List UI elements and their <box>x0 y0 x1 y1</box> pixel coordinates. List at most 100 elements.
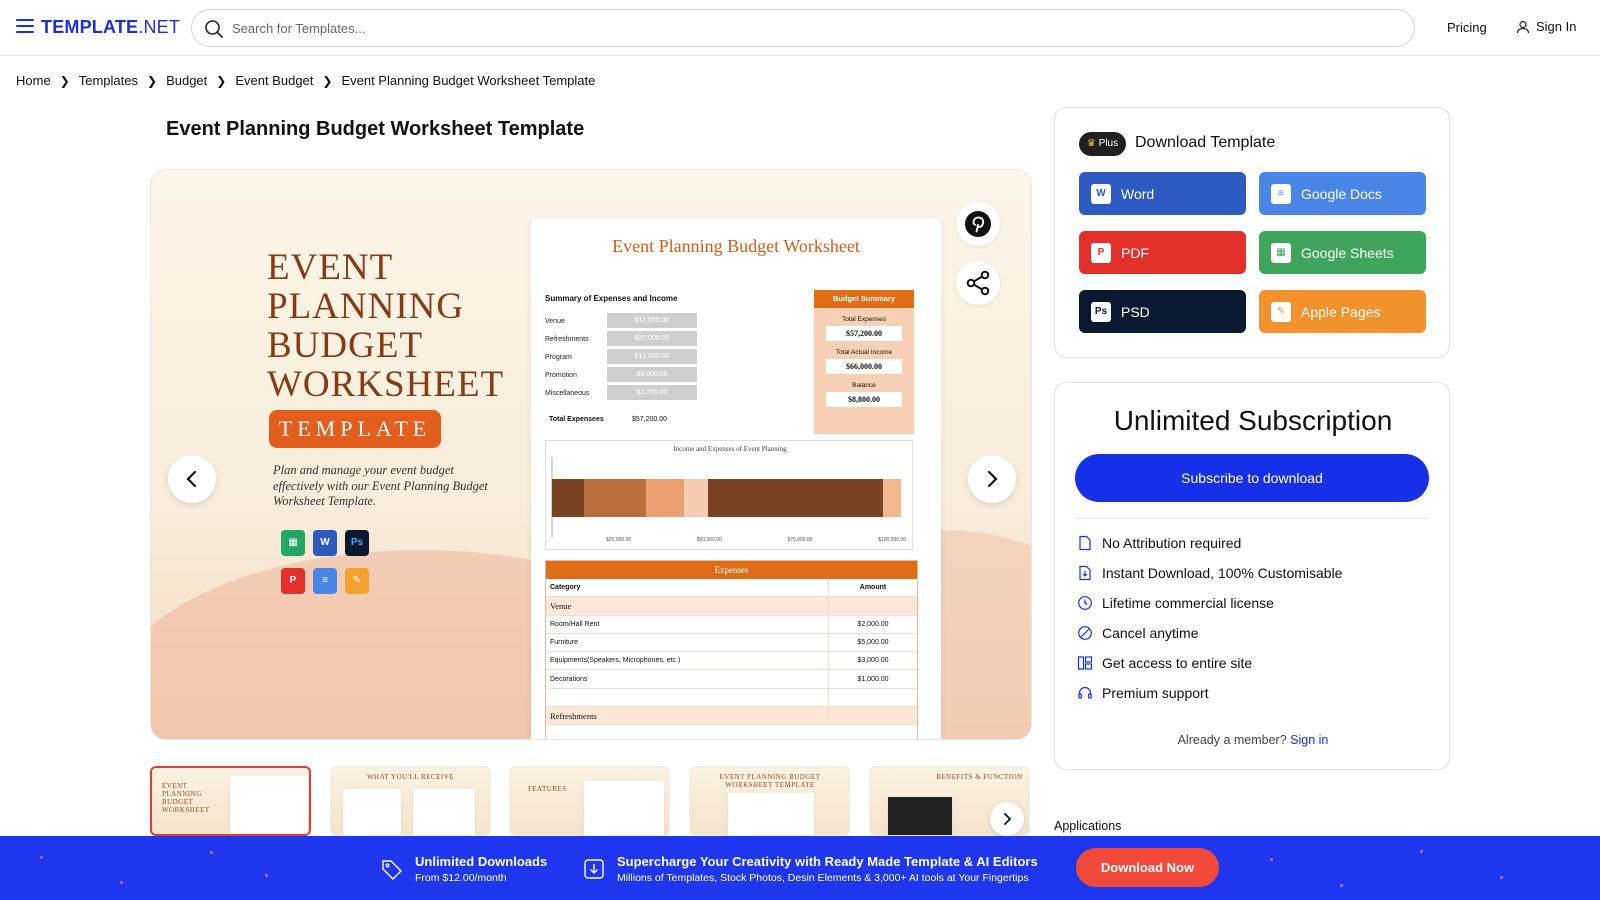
download-pdf-button[interactable]: P PDF <box>1079 231 1246 274</box>
summary-value: $13,500.00 <box>607 349 697 364</box>
budget-summary: Budget Summary Total Expenses $57,200.00… <box>814 290 914 434</box>
download-file-icon <box>1079 565 1091 581</box>
preview-template-badge: TEMPLATE <box>269 410 441 448</box>
template-preview[interactable]: EVENT PLANNING BUDGET WORKSHEET TEMPLATE… <box>150 169 1032 740</box>
summary-title: Summary of Expenses and Income <box>545 294 678 303</box>
preview-prev-button[interactable] <box>168 455 216 503</box>
divider <box>1075 518 1429 519</box>
table-row: Furniture $5,000.00 <box>546 633 917 653</box>
google-docs-icon: ≡ <box>1271 183 1291 204</box>
table-row <box>546 688 917 708</box>
top-header: TEMPLATE.NET Pricing Sign In <box>0 0 1600 56</box>
chart-bar <box>684 479 708 517</box>
preview-description: Plan and manage your event budget effect… <box>273 463 488 508</box>
download-title: Download Template <box>1135 134 1276 151</box>
summary-label: Promotion <box>545 372 577 379</box>
thumbnail-3[interactable]: FEATURES <box>509 766 670 836</box>
summary-label: Refreshments <box>545 336 589 343</box>
feature-item: Cancel anytime <box>1077 625 1199 641</box>
expenses-table: Expenses Category Amount Venue Room/Hall … <box>545 560 918 739</box>
preview-big-title: EVENT PLANNING BUDGET WORKSHEET <box>267 247 505 405</box>
budget-summary-value: $57,200.00 <box>826 326 902 341</box>
chevron-right-icon: ❯ <box>322 73 333 88</box>
budget-summary-value: $8,800.00 <box>826 392 902 407</box>
word-icon: W <box>313 530 337 556</box>
budget-summary-value: $66,000.00 <box>826 359 902 374</box>
chevron-right-icon: ❯ <box>59 73 70 88</box>
subscription-card: Unlimited Subscription Subscribe to down… <box>1054 382 1450 770</box>
clock-icon <box>1078 596 1092 610</box>
download-google-docs-button[interactable]: ≡ Google Docs <box>1259 172 1426 215</box>
nav-signin-link[interactable]: Sign In <box>1516 19 1576 34</box>
breadcrumb: Home ❯ Templates ❯ Budget ❯ Event Budget ❯ E… <box>16 73 595 88</box>
chevron-right-icon: ❯ <box>147 73 158 88</box>
thumbnail-1[interactable]: EVENT PLANNING BUDGET WORKSHEET <box>150 766 311 836</box>
subscription-title: Unlimited Subscription <box>1113 405 1393 436</box>
feature-item: Get access to entire site <box>1077 655 1252 671</box>
psd-icon: Ps <box>345 530 369 556</box>
preview-next-button[interactable] <box>968 455 1016 503</box>
tag-icon <box>382 860 402 880</box>
budget-summary-label: Balance <box>852 382 876 389</box>
download-icon <box>584 859 604 879</box>
ai-editors-promo: Supercharge Your Creativity with Ready M… <box>583 854 1038 884</box>
search-icon <box>205 20 223 38</box>
feature-item: Lifetime commercial license <box>1077 595 1274 611</box>
download-now-button[interactable]: Download Now <box>1076 848 1219 887</box>
worksheet-preview: Event Planning Budget Worksheet Summary … <box>531 218 941 739</box>
decorative-sparkle <box>40 856 43 859</box>
worksheet-title: Event Planning Budget Worksheet <box>612 236 860 256</box>
promo-banner: Unlimited Downloads From $12.00/month Sup… <box>0 836 1600 900</box>
breadcrumb-templates[interactable]: Templates <box>79 73 138 88</box>
thumbnail-4[interactable]: EVENT PLANNING BUDGET WORKSHEET TEMPLATE <box>689 766 850 836</box>
unlimited-downloads-promo: Unlimited Downloads From $12.00/month <box>381 854 547 884</box>
pdf-icon: P <box>281 568 305 594</box>
chart-tick: $75,000.00 <box>787 537 813 543</box>
chart-bar <box>708 479 883 517</box>
summary-value: $11,000.00 <box>607 313 697 328</box>
download-apple-pages-button[interactable]: ✎ Apple Pages <box>1259 290 1426 333</box>
apple-pages-icon: ✎ <box>1271 301 1291 322</box>
download-psd-button[interactable]: Ps PSD <box>1079 290 1246 333</box>
member-signin-link[interactable]: Sign in <box>1290 733 1328 747</box>
budget-summary-header: Budget Summary <box>814 290 914 308</box>
menu-icon[interactable] <box>16 19 34 33</box>
plus-badge: ♛ Plus <box>1079 132 1126 156</box>
nav-pricing-link[interactable]: Pricing <box>1447 20 1487 35</box>
headset-icon <box>1078 686 1092 699</box>
thumbnail-2[interactable]: WHAT YOU'LL RECEIVE <box>330 766 491 836</box>
download-google-sheets-button[interactable]: ▦ Google Sheets <box>1259 231 1426 274</box>
chart-bar <box>552 479 584 517</box>
search-bar[interactable] <box>191 9 1415 47</box>
applications-heading: Applications <box>1054 819 1122 833</box>
chart-tick: $25,000.00 <box>606 537 632 543</box>
summary-value: $8,000.00 <box>607 367 697 382</box>
table-row: Equipments(Speakers, Microphones, etc.) $… <box>546 652 917 671</box>
pinterest-button[interactable] <box>956 202 1000 246</box>
site-logo[interactable]: TEMPLATE.NET <box>41 17 180 38</box>
cancel-icon <box>1078 626 1092 640</box>
page-title: Event Planning Budget Worksheet Template <box>166 118 585 140</box>
download-word-button[interactable]: W Word <box>1079 172 1246 215</box>
share-button[interactable] <box>956 261 1000 305</box>
search-input[interactable] <box>232 18 1392 38</box>
budget-summary-label: Total Actual Income <box>835 349 893 356</box>
chevron-left-icon <box>186 470 197 488</box>
preview-app-icons: ▦ W Ps P ≡ ✎ <box>281 530 401 606</box>
feature-item: No Attribution required <box>1077 535 1241 551</box>
chevron-right-icon: ❯ <box>216 73 227 88</box>
breadcrumb-event-budget[interactable]: Event Budget <box>235 73 313 88</box>
summary-value: $22,000.00 <box>607 331 697 346</box>
thumbnail-next-button[interactable] <box>990 802 1024 836</box>
decorative-sparkle <box>1270 858 1273 861</box>
chart-tick: $100,000.00 <box>878 537 906 543</box>
breadcrumb-home[interactable]: Home <box>16 73 51 88</box>
share-icon <box>966 270 990 296</box>
chart-bars <box>551 457 901 537</box>
google-sheets-icon: ▦ <box>1271 242 1291 263</box>
thumbnail-strip: EVENT PLANNING BUDGET WORKSHEET WHAT YOU… <box>150 766 1032 836</box>
summary-label: Venue <box>545 318 565 325</box>
total-label: Total Expensees <box>549 416 604 423</box>
subscribe-button[interactable]: Subscribe to download <box>1075 454 1429 502</box>
breadcrumb-budget[interactable]: Budget <box>166 73 207 88</box>
